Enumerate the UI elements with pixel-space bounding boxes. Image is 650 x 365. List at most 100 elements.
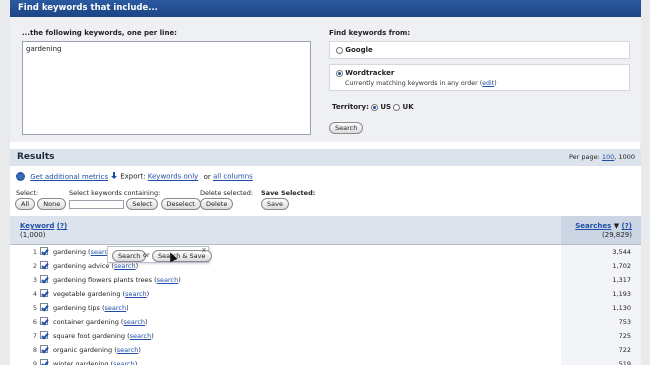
searches-value: 1,702 (612, 262, 631, 270)
table-row: 3 gardening flowers plants trees (search)… (10, 273, 641, 287)
keyword-column-header: Keyword (?) (1,000) (20, 222, 67, 239)
row-number: 1 (32, 248, 37, 256)
deselect-containing-button[interactable]: Deselect (160, 198, 201, 210)
wordtracker-description: Currently matching keywords in any order (345, 80, 478, 87)
searches-value: 519 (618, 360, 631, 365)
per-page-label: Per page: (568, 153, 600, 161)
popup-or-text: or (143, 251, 150, 259)
searches-total: (29,829) (602, 231, 632, 239)
row-number: 8 (32, 346, 37, 354)
containing-input[interactable] (69, 199, 124, 209)
keyword-cell: gardening advice (search) (53, 262, 139, 270)
row-checkbox[interactable] (40, 247, 48, 255)
keyword-text: winter gardening (53, 360, 109, 365)
row-number: 3 (32, 276, 37, 284)
keyword-help-link[interactable]: (?) (57, 222, 67, 230)
searches-value: 1,193 (612, 290, 631, 298)
table-row: 2 gardening advice (search) 1,702 (10, 259, 641, 273)
territory-selector: Territory: US UK (332, 103, 414, 111)
select-none-button[interactable]: None (37, 198, 67, 210)
popup-search-button[interactable]: Search (112, 250, 147, 262)
territory-uk-radio[interactable] (393, 103, 401, 111)
popup-close-icon[interactable]: x (202, 246, 206, 254)
keyword-search-link[interactable]: search (105, 304, 127, 312)
searches-value: 3,544 (612, 248, 631, 256)
row-checkbox[interactable] (40, 289, 48, 297)
select-label: Select: (16, 189, 39, 197)
keyword-cell: container gardening (search) (53, 318, 148, 326)
export-label: Export: (120, 172, 146, 181)
keyword-search-link[interactable]: search (117, 346, 139, 354)
keyword-search-link[interactable]: search (157, 276, 179, 284)
wordtracker-radio[interactable] (336, 69, 343, 77)
search-button[interactable]: Search (329, 122, 364, 134)
results-title: Results (17, 152, 55, 162)
searches-value: 722 (618, 346, 631, 354)
source-google-option[interactable]: Google (329, 41, 630, 59)
keyword-cell: square foot gardening (search) (53, 332, 154, 340)
table-row: 7 square foot gardening (search) 725 (10, 329, 641, 343)
keyword-search-link[interactable]: search (125, 290, 147, 298)
row-number: 5 (32, 304, 37, 312)
export-all-columns-link[interactable]: all columns (213, 173, 253, 181)
keyword-text: gardening tips (53, 304, 100, 312)
keyword-text: gardening flowers plants trees (53, 276, 153, 284)
keyword-text: gardening (53, 248, 86, 256)
territory-us-radio[interactable] (371, 103, 379, 111)
searches-sort-link[interactable]: Searches (575, 222, 611, 230)
keyword-text: container gardening (53, 318, 119, 326)
row-number: 6 (32, 318, 37, 326)
per-page-separator: , (614, 153, 617, 161)
wordtracker-edit-link[interactable]: edit (482, 80, 494, 87)
wordtracker-label: Wordtracker (345, 69, 395, 77)
searches-help-link[interactable]: (?) (622, 222, 632, 230)
row-checkbox[interactable] (40, 331, 48, 339)
searches-value: 1,130 (612, 304, 631, 312)
row-number: 9 (32, 360, 37, 365)
territory-us-label: US (380, 103, 392, 111)
row-checkbox[interactable] (40, 345, 48, 353)
find-keywords-header: Find keywords that include... (10, 0, 641, 17)
per-page-100-link[interactable]: 100 (602, 153, 614, 161)
row-checkbox[interactable] (40, 261, 48, 269)
row-number: 7 (32, 332, 37, 340)
row-checkbox[interactable] (40, 359, 48, 365)
per-page-1000: 1000 (618, 153, 635, 161)
searches-value: 725 (618, 332, 631, 340)
row-checkbox[interactable] (40, 275, 48, 283)
keyword-sort-link[interactable]: Keyword (20, 222, 54, 230)
row-checkbox[interactable] (40, 303, 48, 311)
table-row: 4 vegetable gardening (search) 1,193 (10, 287, 641, 301)
find-keywords-panel: ...the following keywords, one per line:… (10, 17, 641, 142)
right-margin (640, 0, 650, 365)
row-checkbox[interactable] (40, 317, 48, 325)
source-wordtracker-option[interactable]: Wordtracker Currently matching keywords … (329, 64, 630, 91)
keyword-text: gardening advice (53, 262, 110, 270)
per-page-control: Per page: 100, 1000 (569, 153, 635, 161)
table-row: 6 container gardening (search) 753 (10, 315, 641, 329)
results-toolbar: Get additional metrics Export: Keywords … (10, 166, 641, 216)
table-row: 5 gardening tips (search) 1,130 (10, 301, 641, 315)
delete-button[interactable]: Delete (200, 198, 234, 210)
keywords-label: ...the following keywords, one per line: (22, 29, 177, 37)
keyword-search-link[interactable]: search (123, 318, 145, 326)
additional-metrics-link[interactable]: Get additional metrics (30, 173, 108, 181)
keyword-search-link[interactable]: search (114, 262, 136, 270)
delete-label: Delete selected: (200, 189, 254, 197)
export-keywords-only-link[interactable]: Keywords only (148, 173, 199, 181)
left-margin (0, 0, 10, 365)
keyword-search-link[interactable]: search (113, 360, 135, 365)
keywords-textarea[interactable] (22, 41, 311, 135)
save-button[interactable]: Save (261, 198, 289, 210)
keyword-cell: organic gardening (search) (53, 346, 141, 354)
row-number: 4 (32, 290, 37, 298)
select-containing-button[interactable]: Select (126, 198, 159, 210)
export-or-text: or (203, 172, 211, 181)
territory-uk-label: UK (402, 103, 414, 111)
google-radio[interactable] (336, 46, 343, 54)
keyword-search-link[interactable]: search (130, 332, 152, 340)
searches-value: 753 (618, 318, 631, 326)
keyword-cell: gardening flowers plants trees (search) (53, 276, 181, 284)
select-all-button[interactable]: All (15, 198, 36, 210)
row-number: 2 (32, 262, 37, 270)
